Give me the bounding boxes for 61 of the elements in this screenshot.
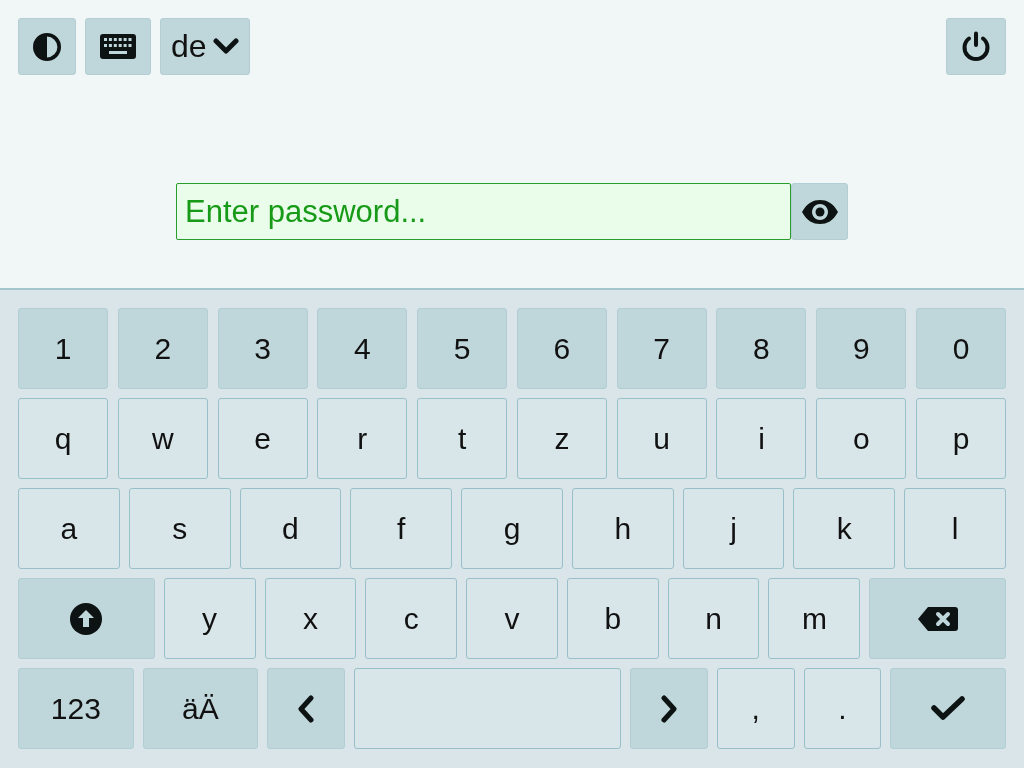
- character-key[interactable]: s: [128, 488, 231, 569]
- digit-key[interactable]: 6: [516, 308, 607, 389]
- character-key[interactable]: h: [571, 488, 674, 569]
- character-key[interactable]: c: [365, 578, 458, 659]
- digit-key[interactable]: 1: [18, 308, 108, 389]
- chevron-left-icon: [297, 694, 316, 723]
- arrow-up-circle-icon: [70, 602, 103, 635]
- digit-key[interactable]: 3: [217, 308, 308, 389]
- character-key[interactable]: y: [163, 578, 256, 659]
- password-field[interactable]: Enter password...: [176, 183, 791, 240]
- character-key[interactable]: r: [317, 398, 408, 479]
- show-password-button[interactable]: [791, 183, 848, 240]
- keyboard-icon: [100, 34, 136, 59]
- backspace-key[interactable]: [869, 578, 1006, 659]
- character-key[interactable]: a: [18, 488, 120, 569]
- character-key[interactable]: ,: [716, 668, 795, 749]
- chevron-down-icon: [212, 38, 239, 55]
- character-key[interactable]: q: [18, 398, 108, 479]
- eye-icon: [801, 199, 838, 224]
- checkmark-icon: [931, 696, 966, 721]
- character-key[interactable]: i: [716, 398, 807, 479]
- character-key[interactable]: m: [768, 578, 861, 659]
- digit-key[interactable]: 7: [616, 308, 707, 389]
- character-key[interactable]: l: [904, 488, 1007, 569]
- language-dropdown[interactable]: de: [160, 18, 250, 75]
- cursor-left-key[interactable]: [267, 668, 345, 749]
- character-key[interactable]: p: [916, 398, 1006, 479]
- digit-key[interactable]: 9: [816, 308, 907, 389]
- character-key[interactable]: n: [667, 578, 760, 659]
- character-key[interactable]: u: [616, 398, 707, 479]
- character-key[interactable]: v: [466, 578, 558, 659]
- power-button[interactable]: [946, 18, 1006, 75]
- character-key[interactable]: t: [417, 398, 508, 479]
- character-key[interactable]: o: [816, 398, 907, 479]
- character-key[interactable]: .: [803, 668, 882, 749]
- backspace-icon: [917, 606, 958, 631]
- character-key[interactable]: z: [516, 398, 607, 479]
- chevron-right-icon: [660, 694, 678, 723]
- digit-key[interactable]: 4: [317, 308, 408, 389]
- contrast-icon: [33, 32, 61, 61]
- character-key[interactable]: d: [239, 488, 342, 569]
- character-key[interactable]: w: [117, 398, 208, 479]
- character-key[interactable]: b: [566, 578, 659, 659]
- character-key[interactable]: f: [350, 488, 453, 569]
- shift-key[interactable]: [18, 578, 155, 659]
- character-key[interactable]: x: [264, 578, 357, 659]
- character-key[interactable]: g: [461, 488, 563, 569]
- cursor-right-key[interactable]: [630, 668, 708, 749]
- contrast-toggle-button[interactable]: [18, 18, 76, 75]
- layout-switch-key[interactable]: äÄ: [142, 668, 259, 749]
- layout-switch-key[interactable]: 123: [18, 668, 134, 749]
- enter-key[interactable]: [890, 668, 1006, 749]
- character-key[interactable]: k: [793, 488, 896, 569]
- power-icon: [961, 30, 991, 63]
- digit-key[interactable]: 8: [716, 308, 807, 389]
- digit-key[interactable]: 0: [916, 308, 1006, 389]
- digit-key[interactable]: 2: [117, 308, 208, 389]
- digit-key[interactable]: 5: [417, 308, 508, 389]
- character-key[interactable]: j: [682, 488, 785, 569]
- keyboard-toggle-button[interactable]: [85, 18, 151, 75]
- character-key[interactable]: e: [217, 398, 308, 479]
